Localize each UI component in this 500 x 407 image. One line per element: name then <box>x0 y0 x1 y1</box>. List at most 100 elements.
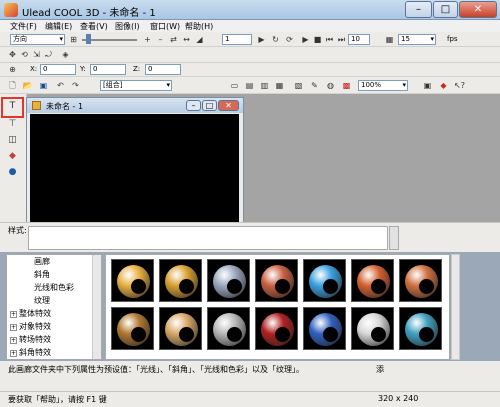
gallery-thumbnail[interactable] <box>159 307 202 350</box>
rotate-icon[interactable]: ⟲ <box>19 49 30 60</box>
current-frame-input[interactable]: 1 <box>222 34 252 45</box>
redo-icon[interactable]: ↷ <box>70 80 81 91</box>
ring-hole <box>179 279 194 294</box>
gallery-thumbnail[interactable] <box>207 259 250 302</box>
gallery-thumbnail[interactable] <box>111 259 154 302</box>
close-button[interactable]: ✕ <box>459 1 497 18</box>
play-icon[interactable]: ▶ <box>256 34 267 45</box>
play-icon-2[interactable]: ▶ <box>300 34 311 45</box>
gallery-scrollbar[interactable] <box>451 254 460 360</box>
total-frames-input[interactable]: 10 <box>348 34 370 45</box>
menu-view[interactable]: 查看(V) <box>80 21 108 32</box>
ring-hole <box>323 279 338 294</box>
curve-icon[interactable]: ◢ <box>194 34 205 45</box>
menu-file[interactable]: 文件(F) <box>10 21 37 32</box>
gallery-thumbnail[interactable] <box>255 307 298 350</box>
object-select[interactable]: [组合] <box>100 80 172 91</box>
help-pointer-icon[interactable]: ↖? <box>454 80 465 91</box>
doc-minimize-button[interactable]: – <box>186 100 201 111</box>
new-file-icon[interactable]: 🗋 <box>7 80 18 91</box>
tree-item[interactable]: 光线和色彩 <box>25 282 74 293</box>
next-frame-icon[interactable]: ⏭ <box>336 34 347 45</box>
fps-select[interactable]: 15 <box>398 34 436 45</box>
z-input[interactable]: 0 <box>145 64 181 75</box>
timeline-thumb[interactable] <box>86 34 91 44</box>
ring-hole <box>371 327 386 342</box>
add-key-icon[interactable]: + <box>142 34 153 45</box>
tree-item[interactable]: 纹理 <box>25 295 50 306</box>
tree-item[interactable]: + 斜角特效 <box>10 347 51 358</box>
align-icon[interactable]: ▤ <box>244 80 255 91</box>
menu-image[interactable]: 图像(I) <box>115 21 140 32</box>
ring-hole <box>227 279 242 294</box>
x-input[interactable]: 0 <box>40 64 76 75</box>
fps-label: fps <box>447 35 458 43</box>
gallery-thumbnail[interactable] <box>399 307 442 350</box>
tree-item[interactable]: + 转场特效 <box>10 334 51 345</box>
style-field[interactable] <box>28 226 388 250</box>
deform-icon[interactable]: ◈ <box>60 49 71 60</box>
loop-icon[interactable]: ↻ <box>270 34 281 45</box>
ring-preview <box>165 265 198 298</box>
palette-icon[interactable]: ▩ <box>341 80 352 91</box>
tree-scrollbar[interactable] <box>92 255 101 359</box>
sphere-tool-icon[interactable]: ● <box>5 166 20 179</box>
color-icon[interactable]: ▧ <box>293 80 304 91</box>
tree-item[interactable]: + 整体特效 <box>10 308 51 319</box>
object-prop-icon[interactable]: ▭ <box>229 80 240 91</box>
gallery-thumbnail[interactable] <box>351 259 394 302</box>
edit-text-icon[interactable]: ⊤ <box>5 118 20 131</box>
reset-icon[interactable]: ⊕ <box>7 64 18 75</box>
grid-icon[interactable]: ▦ <box>274 80 285 91</box>
menu-edit[interactable]: 编辑(E) <box>45 21 72 32</box>
globe-icon[interactable]: ◍ <box>325 80 336 91</box>
gallery-thumbnail[interactable] <box>207 307 250 350</box>
expand-icon[interactable]: + <box>10 337 17 344</box>
maximize-button[interactable]: □ <box>433 1 458 18</box>
twist-icon[interactable]: ⤾ <box>43 49 54 60</box>
style-scrollbar[interactable] <box>389 226 399 250</box>
render-canvas[interactable] <box>30 114 239 223</box>
minimize-button[interactable]: – <box>405 1 432 18</box>
mesh-icon[interactable]: ▥ <box>259 80 270 91</box>
repeat-icon[interactable]: ⟳ <box>284 34 295 45</box>
gallery-thumbnail[interactable] <box>111 307 154 350</box>
gallery-thumbnail[interactable] <box>351 307 394 350</box>
move-key-icon[interactable]: ⇄ <box>168 34 179 45</box>
shape-tool-icon[interactable]: ◫ <box>5 134 20 147</box>
key-icon[interactable]: ⊞ <box>68 34 79 45</box>
resize-icon[interactable]: ⇲ <box>31 49 42 60</box>
tree-item[interactable]: 斜角 <box>25 269 50 280</box>
menu-window[interactable]: 窗口(W) <box>150 21 180 32</box>
zoom-select[interactable]: 100% <box>358 80 408 91</box>
zoom-tool-icon[interactable]: ▣ <box>422 80 433 91</box>
y-input[interactable]: 0 <box>90 64 126 75</box>
expand-icon[interactable]: + <box>10 324 17 331</box>
doc-close-button[interactable]: ✕ <box>218 100 239 111</box>
gallery-thumbnail[interactable] <box>399 259 442 302</box>
remove-key-icon[interactable]: – <box>155 34 166 45</box>
expand-icon[interactable]: + <box>10 350 17 357</box>
brush-icon[interactable]: ✎ <box>309 80 320 91</box>
tree-item[interactable]: + 对象特效 <box>10 321 51 332</box>
document-title: 未命名 - 1 <box>46 102 84 111</box>
prev-frame-icon[interactable]: ⏮ <box>324 34 335 45</box>
gallery-thumbnail[interactable] <box>303 259 346 302</box>
reverse-icon[interactable]: ↔ <box>181 34 192 45</box>
save-icon[interactable]: ▣ <box>38 80 49 91</box>
side-label: 添 <box>376 365 384 374</box>
tree-item[interactable]: 画廊 <box>25 256 50 267</box>
object-tool-icon[interactable]: ◆ <box>5 150 20 163</box>
doc-maximize-button[interactable]: □ <box>202 100 217 111</box>
move-icon[interactable]: ✥ <box>7 49 18 60</box>
stop-icon[interactable]: ■ <box>312 34 323 45</box>
undo-icon[interactable]: ↶ <box>55 80 66 91</box>
direction-select[interactable]: 方向 <box>10 34 65 45</box>
gallery-thumbnail[interactable] <box>303 307 346 350</box>
paint-icon[interactable]: ◆ <box>438 80 449 91</box>
menu-help[interactable]: 帮助(H) <box>185 21 213 32</box>
gallery-thumbnail[interactable] <box>255 259 298 302</box>
open-file-icon[interactable]: 📂 <box>22 80 33 91</box>
gallery-thumbnail[interactable] <box>159 259 202 302</box>
expand-icon[interactable]: + <box>10 311 17 318</box>
